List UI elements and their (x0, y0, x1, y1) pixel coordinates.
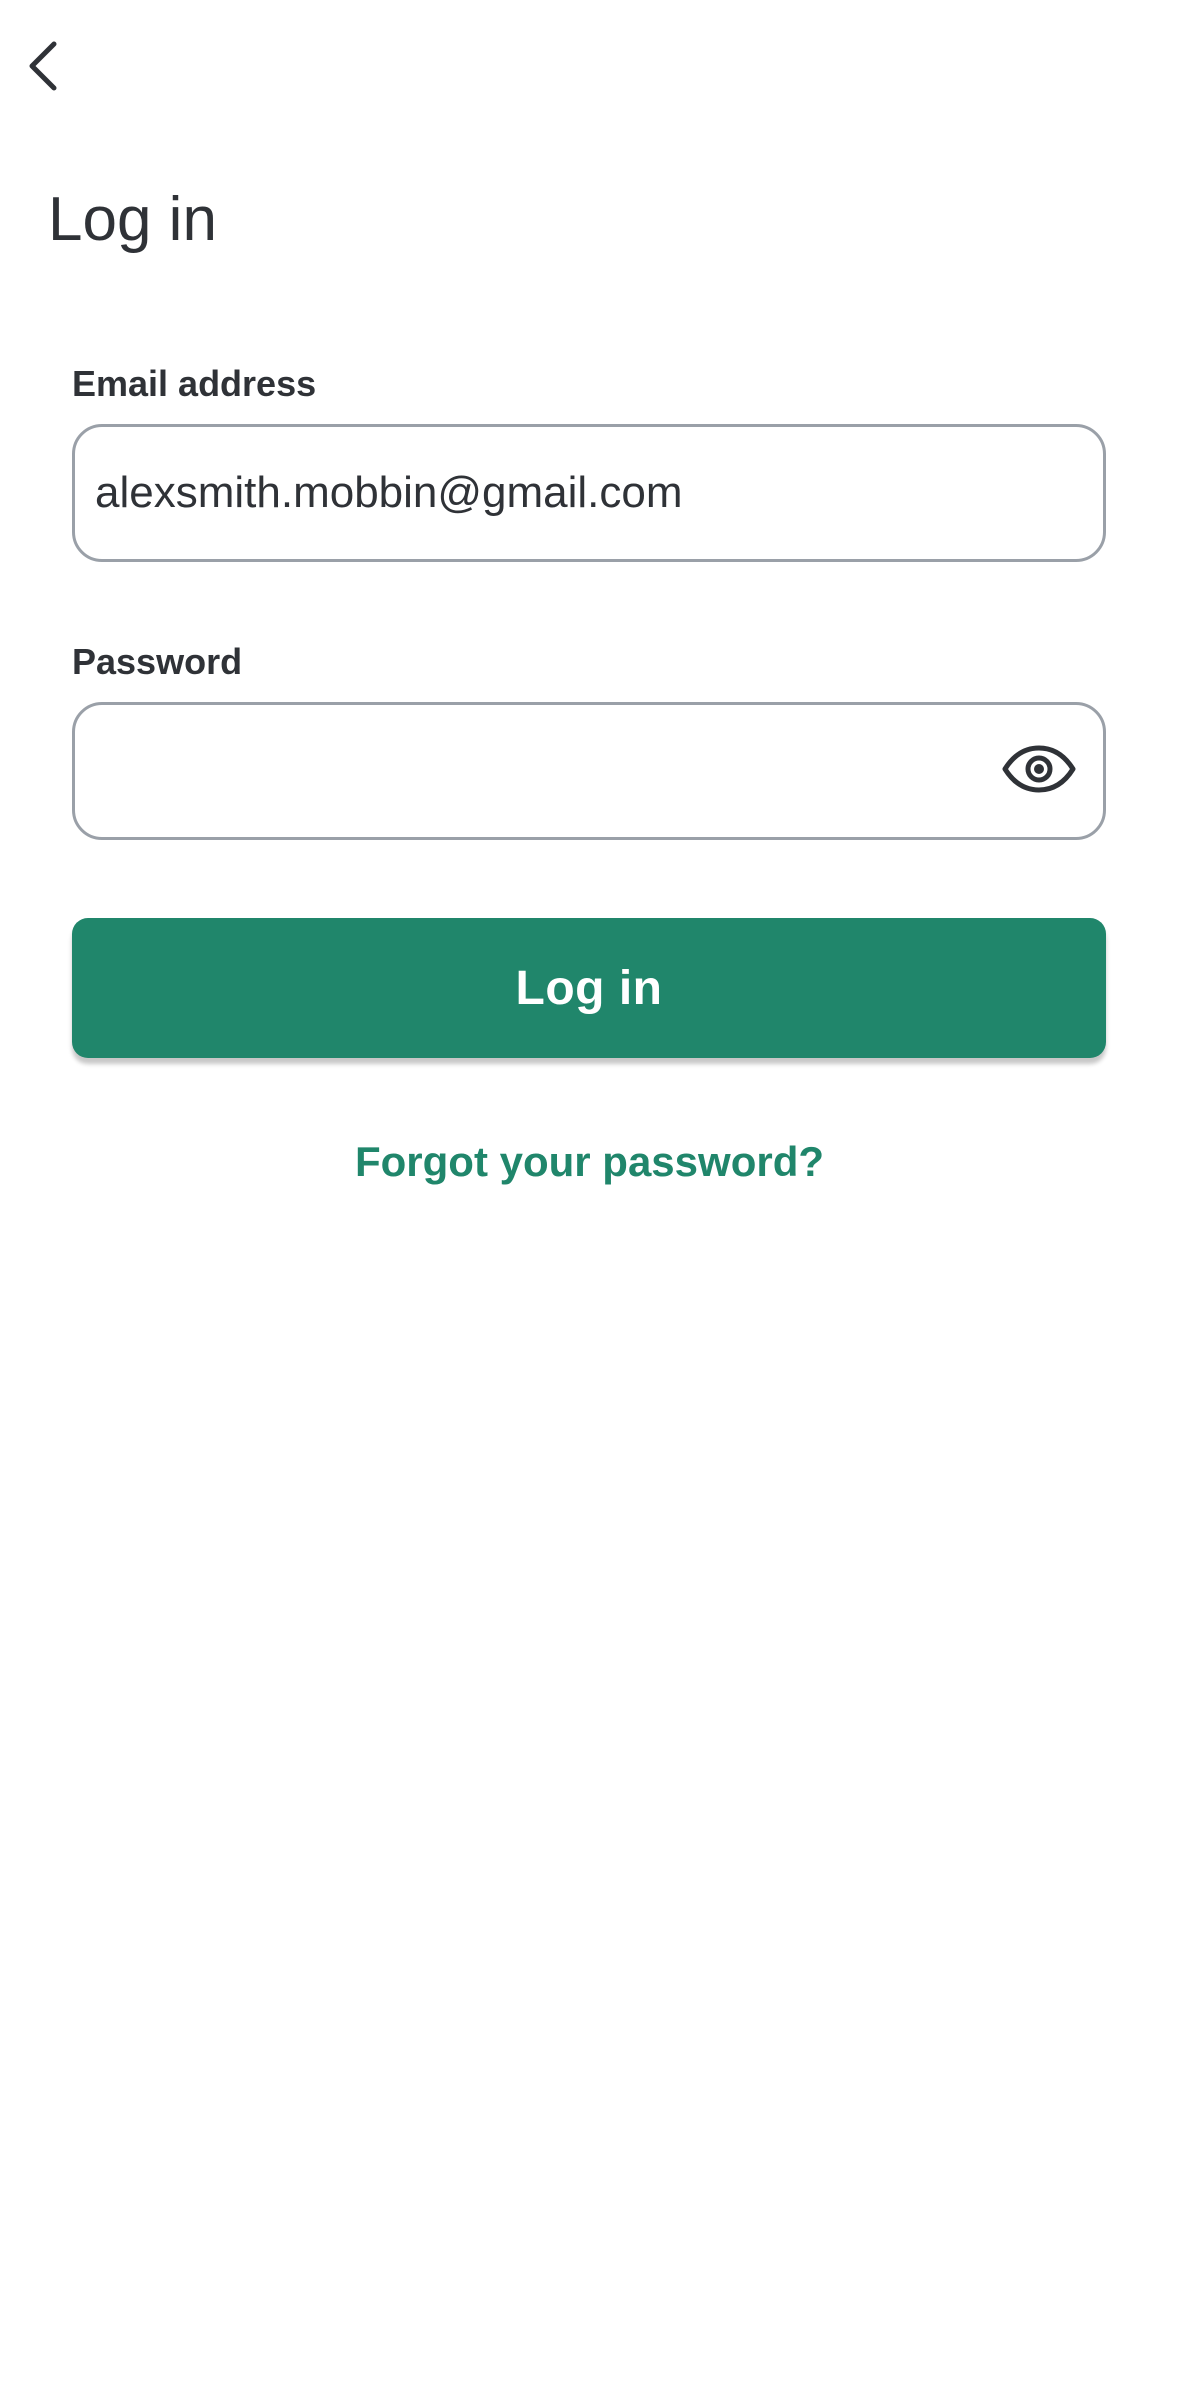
email-label: Email address (72, 363, 317, 404)
email-field-container (72, 424, 1106, 562)
login-button[interactable]: Log in (72, 918, 1106, 1058)
back-button[interactable] (14, 36, 70, 100)
email-field[interactable] (75, 427, 1103, 559)
password-label: Password (72, 641, 243, 682)
password-field-container (72, 702, 1106, 840)
eye-icon (1001, 745, 1077, 798)
page-title: Log in (48, 185, 217, 254)
show-password-toggle[interactable] (999, 743, 1079, 799)
forgot-password-link[interactable]: Forgot your password? (0, 1132, 1179, 1192)
password-field[interactable] (75, 705, 1103, 837)
chevron-left-icon (22, 38, 62, 99)
